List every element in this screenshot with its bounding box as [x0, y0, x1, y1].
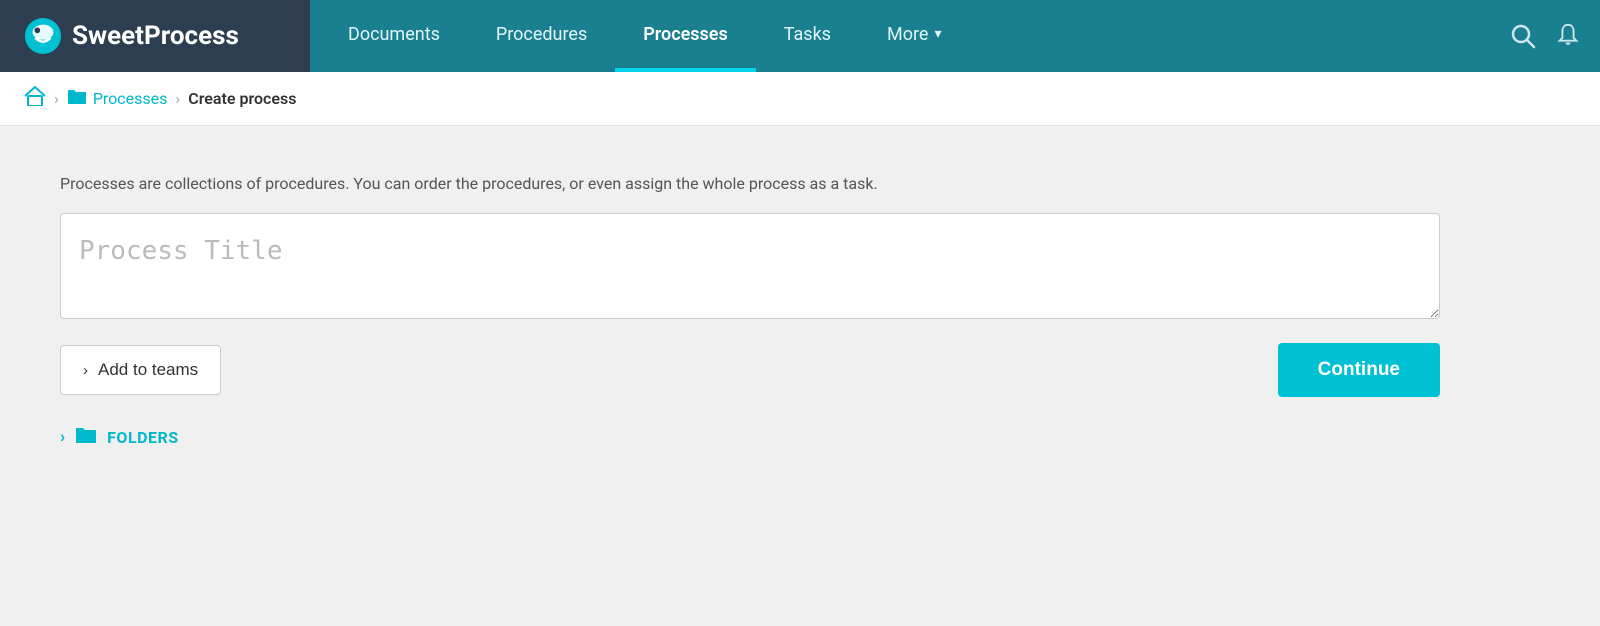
breadcrumb: › Processes › Create process — [0, 72, 1600, 126]
breadcrumb-sep-2: › — [175, 89, 180, 108]
bell-button[interactable] — [1556, 23, 1580, 49]
nav-bar: SweetProcess Documents Procedures Proces… — [0, 0, 1600, 72]
home-icon[interactable] — [24, 86, 46, 111]
nav-item-more[interactable]: More ▾ — [859, 0, 970, 72]
logo-icon — [24, 17, 62, 55]
continue-button[interactable]: Continue — [1278, 343, 1440, 397]
breadcrumb-current: Create process — [188, 89, 296, 108]
nav-links: Documents Procedures Processes Tasks Mor… — [310, 0, 1490, 72]
arrow-right-icon: › — [83, 362, 88, 379]
logo-process: Process — [144, 21, 239, 51]
nav-item-procedures[interactable]: Procedures — [468, 0, 615, 72]
chevron-down-icon: ▾ — [934, 26, 941, 42]
folders-label: FOLDERS — [107, 428, 178, 447]
add-to-teams-button[interactable]: › Add to teams — [60, 345, 221, 395]
logo-text: SweetProcess — [72, 21, 239, 51]
search-button[interactable] — [1510, 23, 1536, 49]
process-title-input[interactable] — [60, 213, 1440, 319]
folders-chevron-icon: › — [60, 427, 65, 447]
search-icon — [1510, 23, 1536, 49]
folders-row[interactable]: › FOLDERS — [60, 425, 1540, 449]
folders-folder-icon — [75, 425, 97, 449]
add-to-teams-label: Add to teams — [98, 360, 198, 380]
logo-area: SweetProcess — [0, 0, 310, 72]
logo-sweet: Sweet — [72, 21, 144, 51]
nav-icons — [1490, 0, 1600, 72]
folder-icon — [67, 88, 87, 110]
breadcrumb-sep-1: › — [54, 89, 59, 108]
actions-row: › Add to teams Continue — [60, 343, 1440, 397]
nav-item-documents[interactable]: Documents — [320, 0, 468, 72]
nav-item-processes[interactable]: Processes — [615, 0, 756, 72]
breadcrumb-processes-link[interactable]: Processes — [67, 88, 168, 110]
nav-item-tasks[interactable]: Tasks — [756, 0, 859, 72]
description-text: Processes are collections of procedures.… — [60, 174, 1360, 193]
main-content: Processes are collections of procedures.… — [0, 126, 1600, 606]
bell-icon — [1556, 23, 1580, 49]
breadcrumb-processes-label: Processes — [93, 89, 168, 108]
